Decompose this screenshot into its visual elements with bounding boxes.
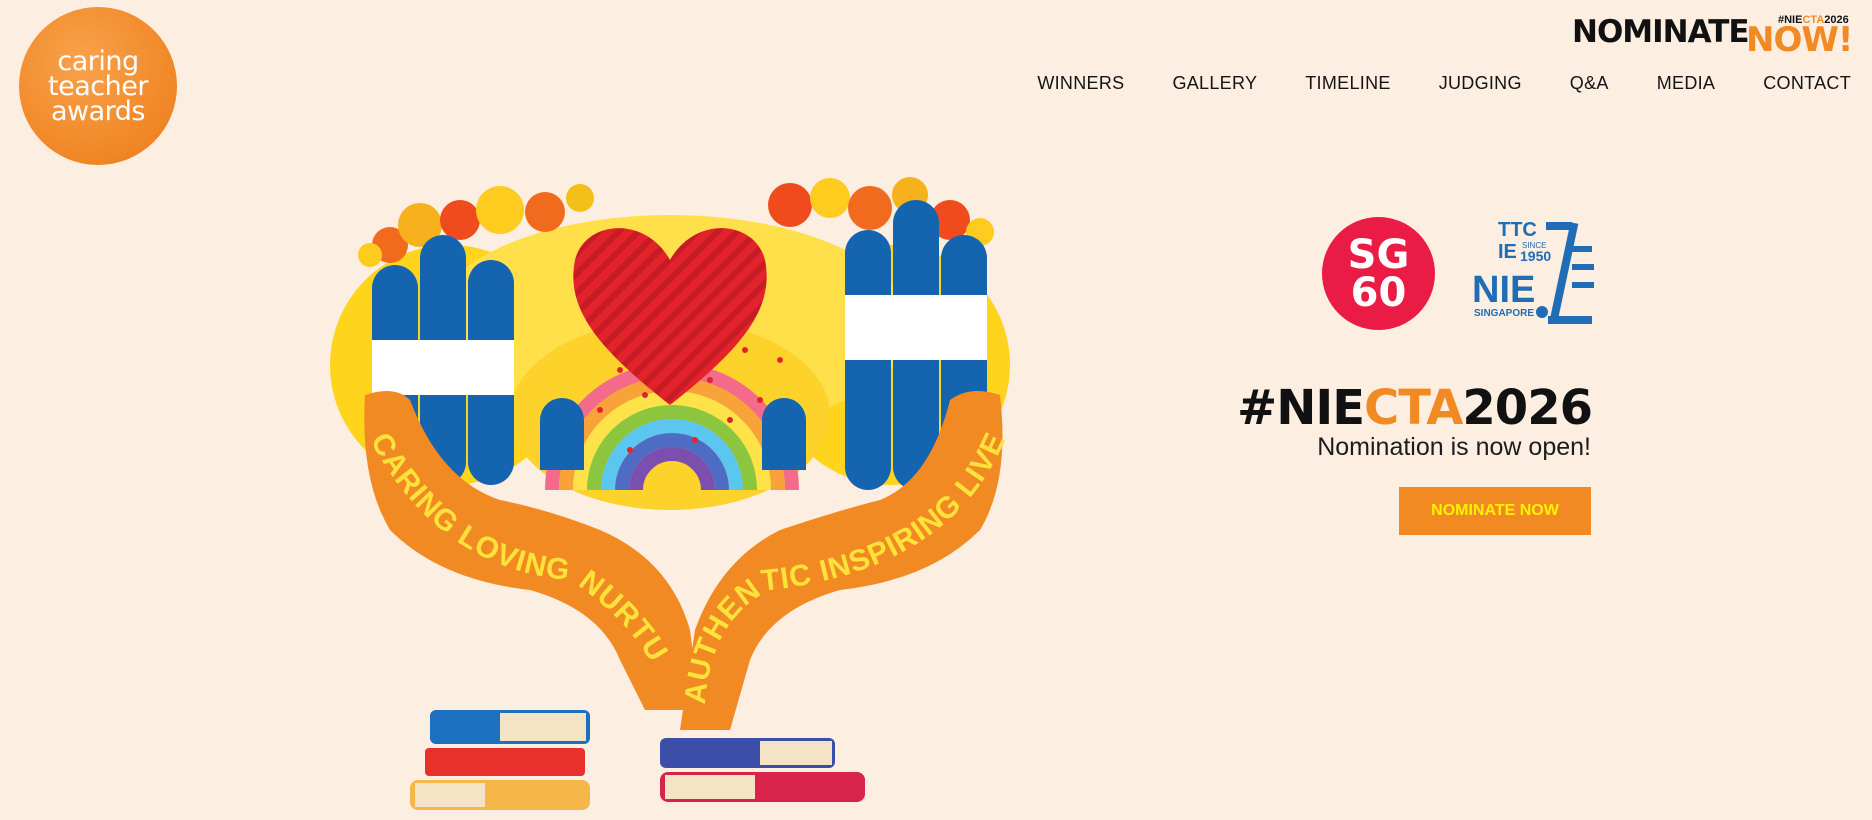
nie-mark: [1536, 222, 1594, 324]
hero-hands-illustration: CARING LOVING NURTURING AUTHENTIC INSPIR…: [300, 150, 1011, 810]
hashtag-prefix: #NIE: [1236, 380, 1365, 436]
books-stack: [410, 710, 865, 810]
nominate-now-button[interactable]: NOMINATE NOW: [1399, 487, 1591, 535]
banner-nominate-word: NOMINATE: [1572, 14, 1750, 50]
nie-year: 1950: [1520, 248, 1551, 264]
banner-now-word: NOW!: [1746, 20, 1853, 60]
nie-ttc: TTC: [1498, 219, 1537, 241]
nie-country: SINGAPORE: [1474, 308, 1534, 319]
nav-timeline[interactable]: TIMELINE: [1305, 73, 1390, 94]
sg60-line-1: SG: [1347, 231, 1410, 278]
caring-teacher-awards-logo[interactable]: caring teacher awards: [19, 7, 177, 165]
logo-line-2: teacher: [48, 70, 148, 102]
nav-winners[interactable]: WINNERS: [1037, 73, 1124, 94]
nav-contact[interactable]: CONTACT: [1763, 73, 1851, 94]
nav-media[interactable]: MEDIA: [1657, 73, 1716, 94]
nie-wordmark: NIE: [1472, 269, 1535, 311]
sg60-logo: SG 60: [1322, 217, 1435, 330]
sg60-line-2: 60: [1350, 269, 1407, 316]
nav-judging[interactable]: JUDGING: [1439, 73, 1522, 94]
nominate-now-banner[interactable]: NOMINATE #NIECTA2026 NOW!: [1572, 8, 1862, 60]
nav-gallery[interactable]: GALLERY: [1172, 73, 1257, 94]
main-nav: WINNERS GALLERY TIMELINE JUDGING Q&A MED…: [989, 73, 1851, 94]
nav-qa[interactable]: Q&A: [1570, 73, 1609, 94]
nomination-open-text: Nomination is now open!: [1317, 433, 1591, 461]
logo-line-1: caring: [57, 45, 139, 77]
nie-ie: IE: [1498, 241, 1517, 263]
campaign-hashtag: #NIECTA2026: [1236, 380, 1593, 436]
hashtag-suffix: 2026: [1462, 380, 1593, 436]
nie-logo: TTC IE SINCE 1950 NIE SINGAPORE: [1472, 219, 1594, 324]
logo-line-3: awards: [50, 95, 146, 127]
hashtag-mid: CTA: [1364, 380, 1463, 436]
